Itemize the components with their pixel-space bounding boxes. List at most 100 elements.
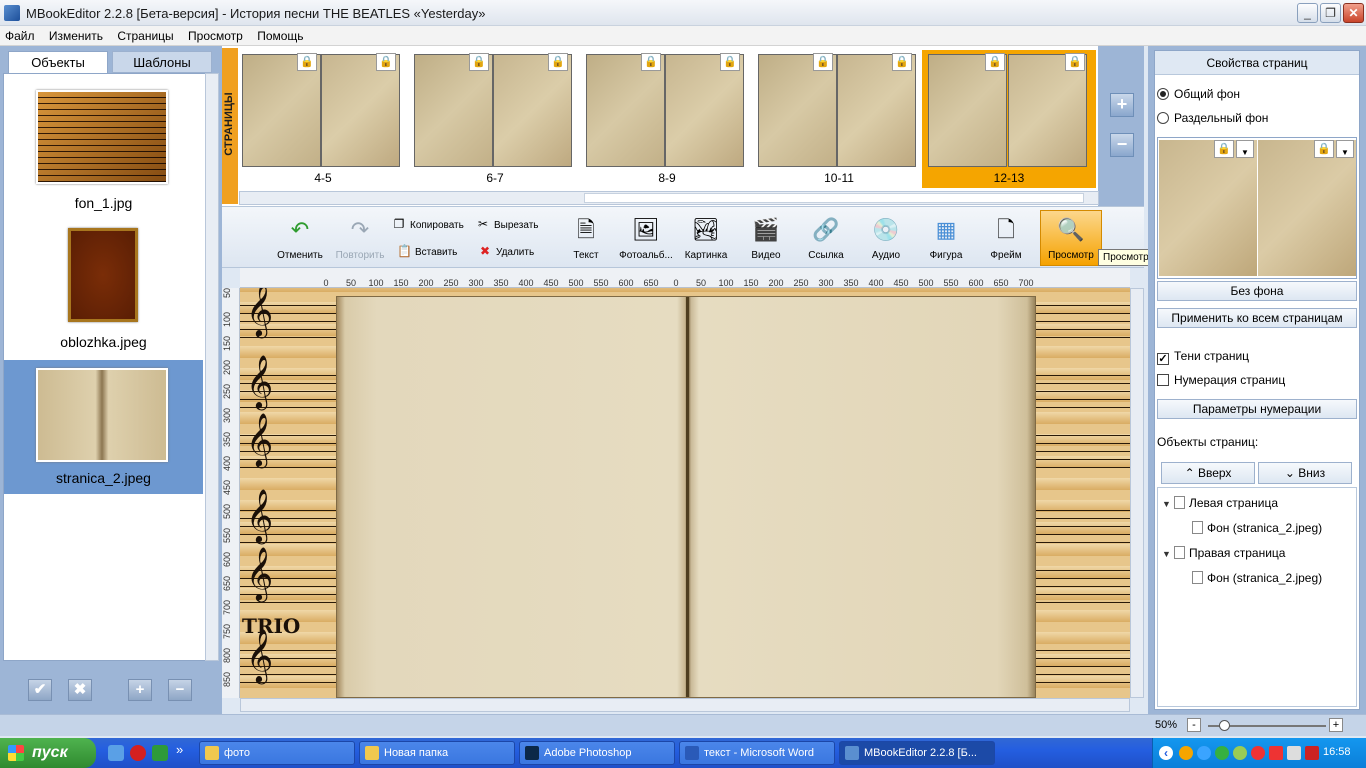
page-shadows-checkbox[interactable]: ✓ Тени страниц xyxy=(1157,349,1249,365)
audio-tool[interactable]: 💿 Аудио xyxy=(855,211,917,267)
object-item-oblozhka[interactable]: oblozhka.jpeg xyxy=(4,220,203,354)
radio-common-bg[interactable]: Общий фон xyxy=(1157,87,1240,101)
objects-scrollbar[interactable] xyxy=(205,73,219,661)
tray-torrent-icon[interactable] xyxy=(1215,746,1229,760)
lock-icon[interactable]: 🔒 xyxy=(720,53,740,71)
menu-file[interactable]: Файл xyxy=(0,26,41,43)
tray-app-icon[interactable] xyxy=(1179,746,1193,760)
tray-app-icon[interactable] xyxy=(1251,746,1265,760)
object-item-stranica[interactable]: stranica_2.jpeg xyxy=(4,360,203,494)
lock-icon[interactable]: 🔒 xyxy=(892,53,912,71)
spread-10-11[interactable]: 🔒 🔒 10-11 xyxy=(756,50,922,188)
zoom-in-button[interactable]: + xyxy=(1329,718,1343,732)
lock-icon[interactable]: 🔒 xyxy=(376,53,396,71)
video-tool[interactable]: 🎬 Видео xyxy=(735,211,797,267)
tray-app-icon[interactable] xyxy=(1287,746,1301,760)
delete-button[interactable]: ✖ Удалить xyxy=(478,242,534,260)
spread-4-5[interactable]: 🔒 🔒 4-5 xyxy=(240,50,406,188)
numbering-params-button[interactable]: Параметры нумерации xyxy=(1157,399,1357,419)
page-numbering-checkbox[interactable]: Нумерация страниц xyxy=(1157,373,1285,387)
frame-tool[interactable]: 🗋 Фрейм xyxy=(975,211,1037,267)
discard-button[interactable]: ✖ xyxy=(68,679,92,701)
more-quicklaunch-icon[interactable]: » xyxy=(176,742,192,758)
accept-button[interactable]: ✔ xyxy=(28,679,52,701)
lock-icon[interactable]: 🔒 xyxy=(1065,53,1085,71)
lock-icon[interactable]: 🔒 xyxy=(297,53,317,71)
tray-expand-icon[interactable]: ‹ xyxy=(1159,746,1173,760)
dropdown-arrow-icon[interactable]: ▼ xyxy=(1336,140,1354,158)
redo-button[interactable]: ↷ Повторить xyxy=(329,211,391,267)
spread-12-13[interactable]: 🔒 🔒 12-13 xyxy=(922,50,1096,188)
menu-view[interactable]: Просмотр xyxy=(183,26,249,43)
lock-icon[interactable]: 🔒 xyxy=(813,53,833,71)
task-word[interactable]: текст - Microsoft Word xyxy=(679,741,835,765)
no-background-button[interactable]: Без фона xyxy=(1157,281,1357,301)
move-up-button[interactable]: ⌃ Вверх xyxy=(1161,462,1255,484)
tray-shield-icon[interactable] xyxy=(1305,746,1319,760)
pages-scroll-thumb[interactable] xyxy=(584,193,1084,203)
menu-edit[interactable]: Изменить xyxy=(44,26,109,43)
close-button[interactable]: ✕ xyxy=(1343,3,1364,23)
task-new-folder[interactable]: Новая папка xyxy=(359,741,515,765)
task-mbookeditor[interactable]: MBookEditor 2.2.8 [Б... xyxy=(839,741,995,765)
preview-tool[interactable]: 🔍 Просмотр xyxy=(1040,210,1102,266)
tray-app-icon[interactable] xyxy=(1269,746,1283,760)
text-tool[interactable]: 🗎 Текст xyxy=(555,211,617,267)
copy-button[interactable]: ❐ Копировать xyxy=(392,215,464,233)
task-photoshop[interactable]: Adobe Photoshop xyxy=(519,741,675,765)
tray-app-icon[interactable] xyxy=(1233,746,1247,760)
lock-icon[interactable]: 🔒 xyxy=(641,53,661,71)
move-down-button[interactable]: ⌄ Вниз xyxy=(1258,462,1352,484)
opera-icon[interactable] xyxy=(130,745,146,761)
restore-button[interactable]: ❐ xyxy=(1320,3,1341,23)
canvas-horizontal-scrollbar[interactable] xyxy=(240,698,1130,712)
lock-icon[interactable]: 🔒 xyxy=(1214,140,1234,158)
ruler-tick: 400 xyxy=(222,456,232,472)
menu-help[interactable]: Помощь xyxy=(252,26,309,43)
object-item-fon[interactable]: fon_1.jpg xyxy=(4,82,203,216)
tab-templates[interactable]: Шаблоны xyxy=(112,51,212,73)
lock-icon[interactable]: 🔒 xyxy=(985,53,1005,71)
apply-all-pages-button[interactable]: Применить ко всем страницам xyxy=(1157,308,1357,328)
radio-separate-bg[interactable]: Раздельный фон xyxy=(1157,111,1268,125)
link-tool[interactable]: 🔗 Ссылка xyxy=(795,211,857,267)
zoom-in-pages-button[interactable]: + xyxy=(1110,93,1134,117)
cut-button[interactable]: ✂ Вырезать xyxy=(476,215,539,233)
tree-node-right-bg[interactable]: Фон (stranica_2.jpeg) xyxy=(1192,571,1322,585)
minimize-button[interactable]: _ xyxy=(1297,3,1318,23)
task-foto[interactable]: фото xyxy=(199,741,355,765)
canvas-vertical-scrollbar[interactable] xyxy=(1130,288,1144,698)
add-object-button[interactable]: + xyxy=(128,679,152,701)
lock-icon[interactable]: 🔒 xyxy=(1314,140,1334,158)
lock-icon[interactable]: 🔒 xyxy=(548,53,568,71)
dropdown-arrow-icon[interactable]: ▼ xyxy=(1236,140,1254,158)
tree-node-right-page[interactable]: ▼ Правая страница xyxy=(1162,546,1285,560)
tree-node-left-page[interactable]: ▼ Левая страница xyxy=(1162,496,1278,510)
remove-object-button[interactable]: − xyxy=(168,679,192,701)
open-book-page[interactable] xyxy=(336,296,1036,698)
spread-8-9[interactable]: 🔒 🔒 8-9 xyxy=(584,50,750,188)
spread-6-7[interactable]: 🔒 🔒 6-7 xyxy=(412,50,578,188)
expand-arrow-icon[interactable]: ▼ xyxy=(1162,499,1174,509)
picture-tool[interactable]: 🏞 Картинка xyxy=(675,211,737,267)
zoom-slider-knob[interactable] xyxy=(1219,720,1230,731)
photoalbum-tool[interactable]: 🖼 Фотоальб... xyxy=(615,211,677,267)
ruler-tick: 350 xyxy=(843,278,859,288)
expand-arrow-icon[interactable]: ▼ xyxy=(1162,549,1174,559)
spreadsheet-icon[interactable] xyxy=(152,745,168,761)
start-button[interactable]: пуск xyxy=(0,738,96,768)
paste-button[interactable]: 📋 Вставить xyxy=(397,242,457,260)
shape-tool[interactable]: ▦ Фигура xyxy=(915,211,977,267)
zoom-out-button[interactable]: - xyxy=(1187,718,1201,732)
pages-scrollbar[interactable] xyxy=(239,191,1099,205)
lock-icon[interactable]: 🔒 xyxy=(469,53,489,71)
ie-icon[interactable] xyxy=(108,745,124,761)
undo-button[interactable]: ↶ Отменить xyxy=(269,211,331,267)
tray-app-icon[interactable] xyxy=(1197,746,1211,760)
tab-objects[interactable]: Объекты xyxy=(8,51,108,73)
page-canvas[interactable]: 𝄞 𝄞 𝄞 𝄞 𝄞 𝄞 TRIO xyxy=(240,288,1130,698)
zoom-out-pages-button[interactable]: − xyxy=(1110,133,1134,157)
word-icon xyxy=(685,746,699,760)
menu-pages[interactable]: Страницы xyxy=(112,26,179,43)
tree-node-left-bg[interactable]: Фон (stranica_2.jpeg) xyxy=(1192,521,1322,535)
